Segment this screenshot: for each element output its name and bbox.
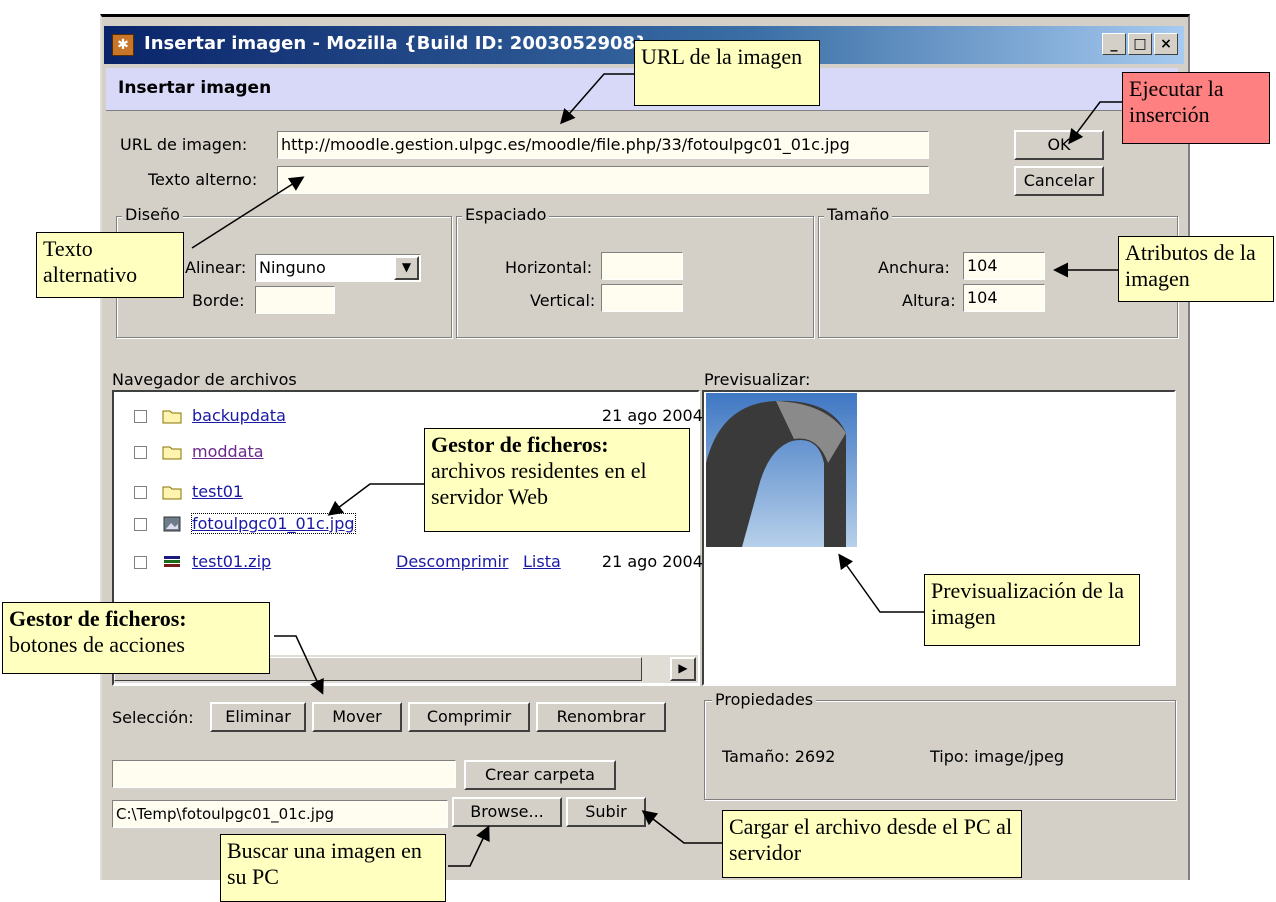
- callout-url: URL de la imagen: [634, 40, 820, 106]
- callout-preview-text: Previsualización de la imagen: [931, 578, 1125, 629]
- callout-search-text: Buscar una imagen en su PC: [227, 838, 422, 889]
- callout-search: Buscar una imagen en su PC: [220, 834, 446, 902]
- callout-preview: Previsualización de la imagen: [924, 574, 1140, 646]
- callout-buttons-text: botones de acciones: [9, 632, 185, 657]
- callout-load-text: Cargar el archivo desde el PC al servido…: [729, 814, 1013, 865]
- callout-buttons-bold: Gestor de ficheros:: [9, 606, 187, 631]
- callout-execute-text: Ejecutar la inserción: [1129, 76, 1224, 127]
- callout-attrs: Atributos de la imagen: [1118, 236, 1274, 302]
- callout-alt-text-text: Texto alternativo: [43, 236, 138, 287]
- arrow-search: [448, 825, 490, 867]
- arrow-file-manager: [327, 483, 428, 516]
- callout-file-manager-text: archivos residentes en el servidor Web: [431, 458, 647, 509]
- callout-url-text: URL de la imagen: [641, 44, 803, 69]
- callout-alt-text: Texto alternativo: [36, 232, 184, 298]
- arrow-buttons: [274, 635, 324, 695]
- callout-file-manager-bold: Gestor de ficheros:: [431, 432, 609, 457]
- callout-buttons: Gestor de ficheros: botones de acciones: [2, 602, 270, 674]
- arrow-preview: [838, 553, 924, 613]
- callout-file-manager: Gestor de ficheros: archivos residentes …: [424, 428, 690, 532]
- arrow-execute: [1068, 101, 1122, 145]
- callout-attrs-text: Atributos de la imagen: [1125, 240, 1256, 291]
- callout-execute: Ejecutar la inserción: [1122, 72, 1270, 144]
- arrow-url: [560, 73, 634, 125]
- arrow-alt-text: [191, 176, 305, 249]
- callout-load: Cargar el archivo desde el PC al servido…: [722, 810, 1022, 878]
- arrow-load: [641, 810, 722, 844]
